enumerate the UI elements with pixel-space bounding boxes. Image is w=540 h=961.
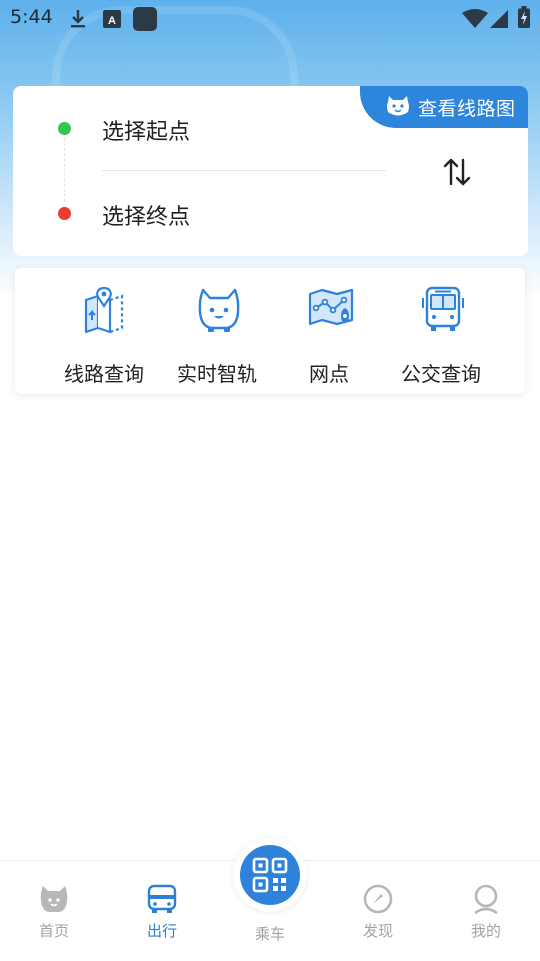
service-route-query[interactable]: 线路查询 <box>48 268 160 394</box>
nav-mine[interactable]: 我的 <box>432 861 540 961</box>
mascot-icon <box>387 96 409 116</box>
service-realtime-tram[interactable]: 实时智轨 <box>161 268 273 394</box>
service-outlets[interactable]: 网点 <box>273 268 385 394</box>
status-time: 5:44 <box>10 6 53 28</box>
view-route-map-label: 查看线路图 <box>418 98 516 120</box>
nav-travel[interactable]: 出行 <box>108 861 216 961</box>
map-pin-icon <box>308 288 354 326</box>
service-label: 公交查询 <box>401 362 481 386</box>
wifi-icon <box>462 9 488 28</box>
qr-code-icon <box>252 857 288 893</box>
download-icon <box>71 10 85 28</box>
service-grid: 线路查询 实时智轨 网点 公交查询 <box>15 268 525 394</box>
start-point-field[interactable]: 选择起点 <box>102 114 190 146</box>
start-dot <box>58 122 71 135</box>
end-dot <box>58 207 71 220</box>
field-divider <box>102 170 386 171</box>
app-a-icon: A <box>103 10 121 28</box>
ride-qr-button[interactable] <box>233 838 307 912</box>
battery-icon <box>518 6 530 28</box>
user-icon <box>474 884 498 915</box>
service-label: 实时智轨 <box>177 362 257 386</box>
ride-qr-circle <box>240 845 300 905</box>
view-route-map-button[interactable]: 查看线路图 <box>360 86 528 128</box>
app-square-icon <box>133 7 157 31</box>
end-point-field[interactable]: 选择终点 <box>102 199 190 231</box>
route-connector <box>64 138 65 202</box>
mascot-icon <box>198 288 240 332</box>
svg-text:A: A <box>108 15 116 27</box>
nav-label: 出行 <box>146 922 177 940</box>
signal-icon <box>490 10 508 28</box>
status-bar: 5:44 A <box>0 0 540 36</box>
nav-label: 发现 <box>362 922 393 940</box>
service-label: 网点 <box>309 362 349 386</box>
nav-discover[interactable]: 发现 <box>324 861 432 961</box>
service-bus-query[interactable]: 公交查询 <box>385 268 497 394</box>
route-map-icon <box>84 286 124 334</box>
home-mascot-icon <box>40 886 68 912</box>
route-planner-card: 查看线路图 选择起点 选择终点 <box>13 86 528 256</box>
compass-icon <box>363 884 393 914</box>
service-label: 线路查询 <box>64 362 144 386</box>
nav-home[interactable]: 首页 <box>0 861 108 961</box>
bus-icon <box>422 286 464 331</box>
swap-icon[interactable] <box>441 156 473 188</box>
nav-label: 我的 <box>470 922 501 940</box>
nav-label: 首页 <box>38 922 69 940</box>
car-icon <box>147 884 177 913</box>
nav-label: 乘车 <box>254 925 285 943</box>
